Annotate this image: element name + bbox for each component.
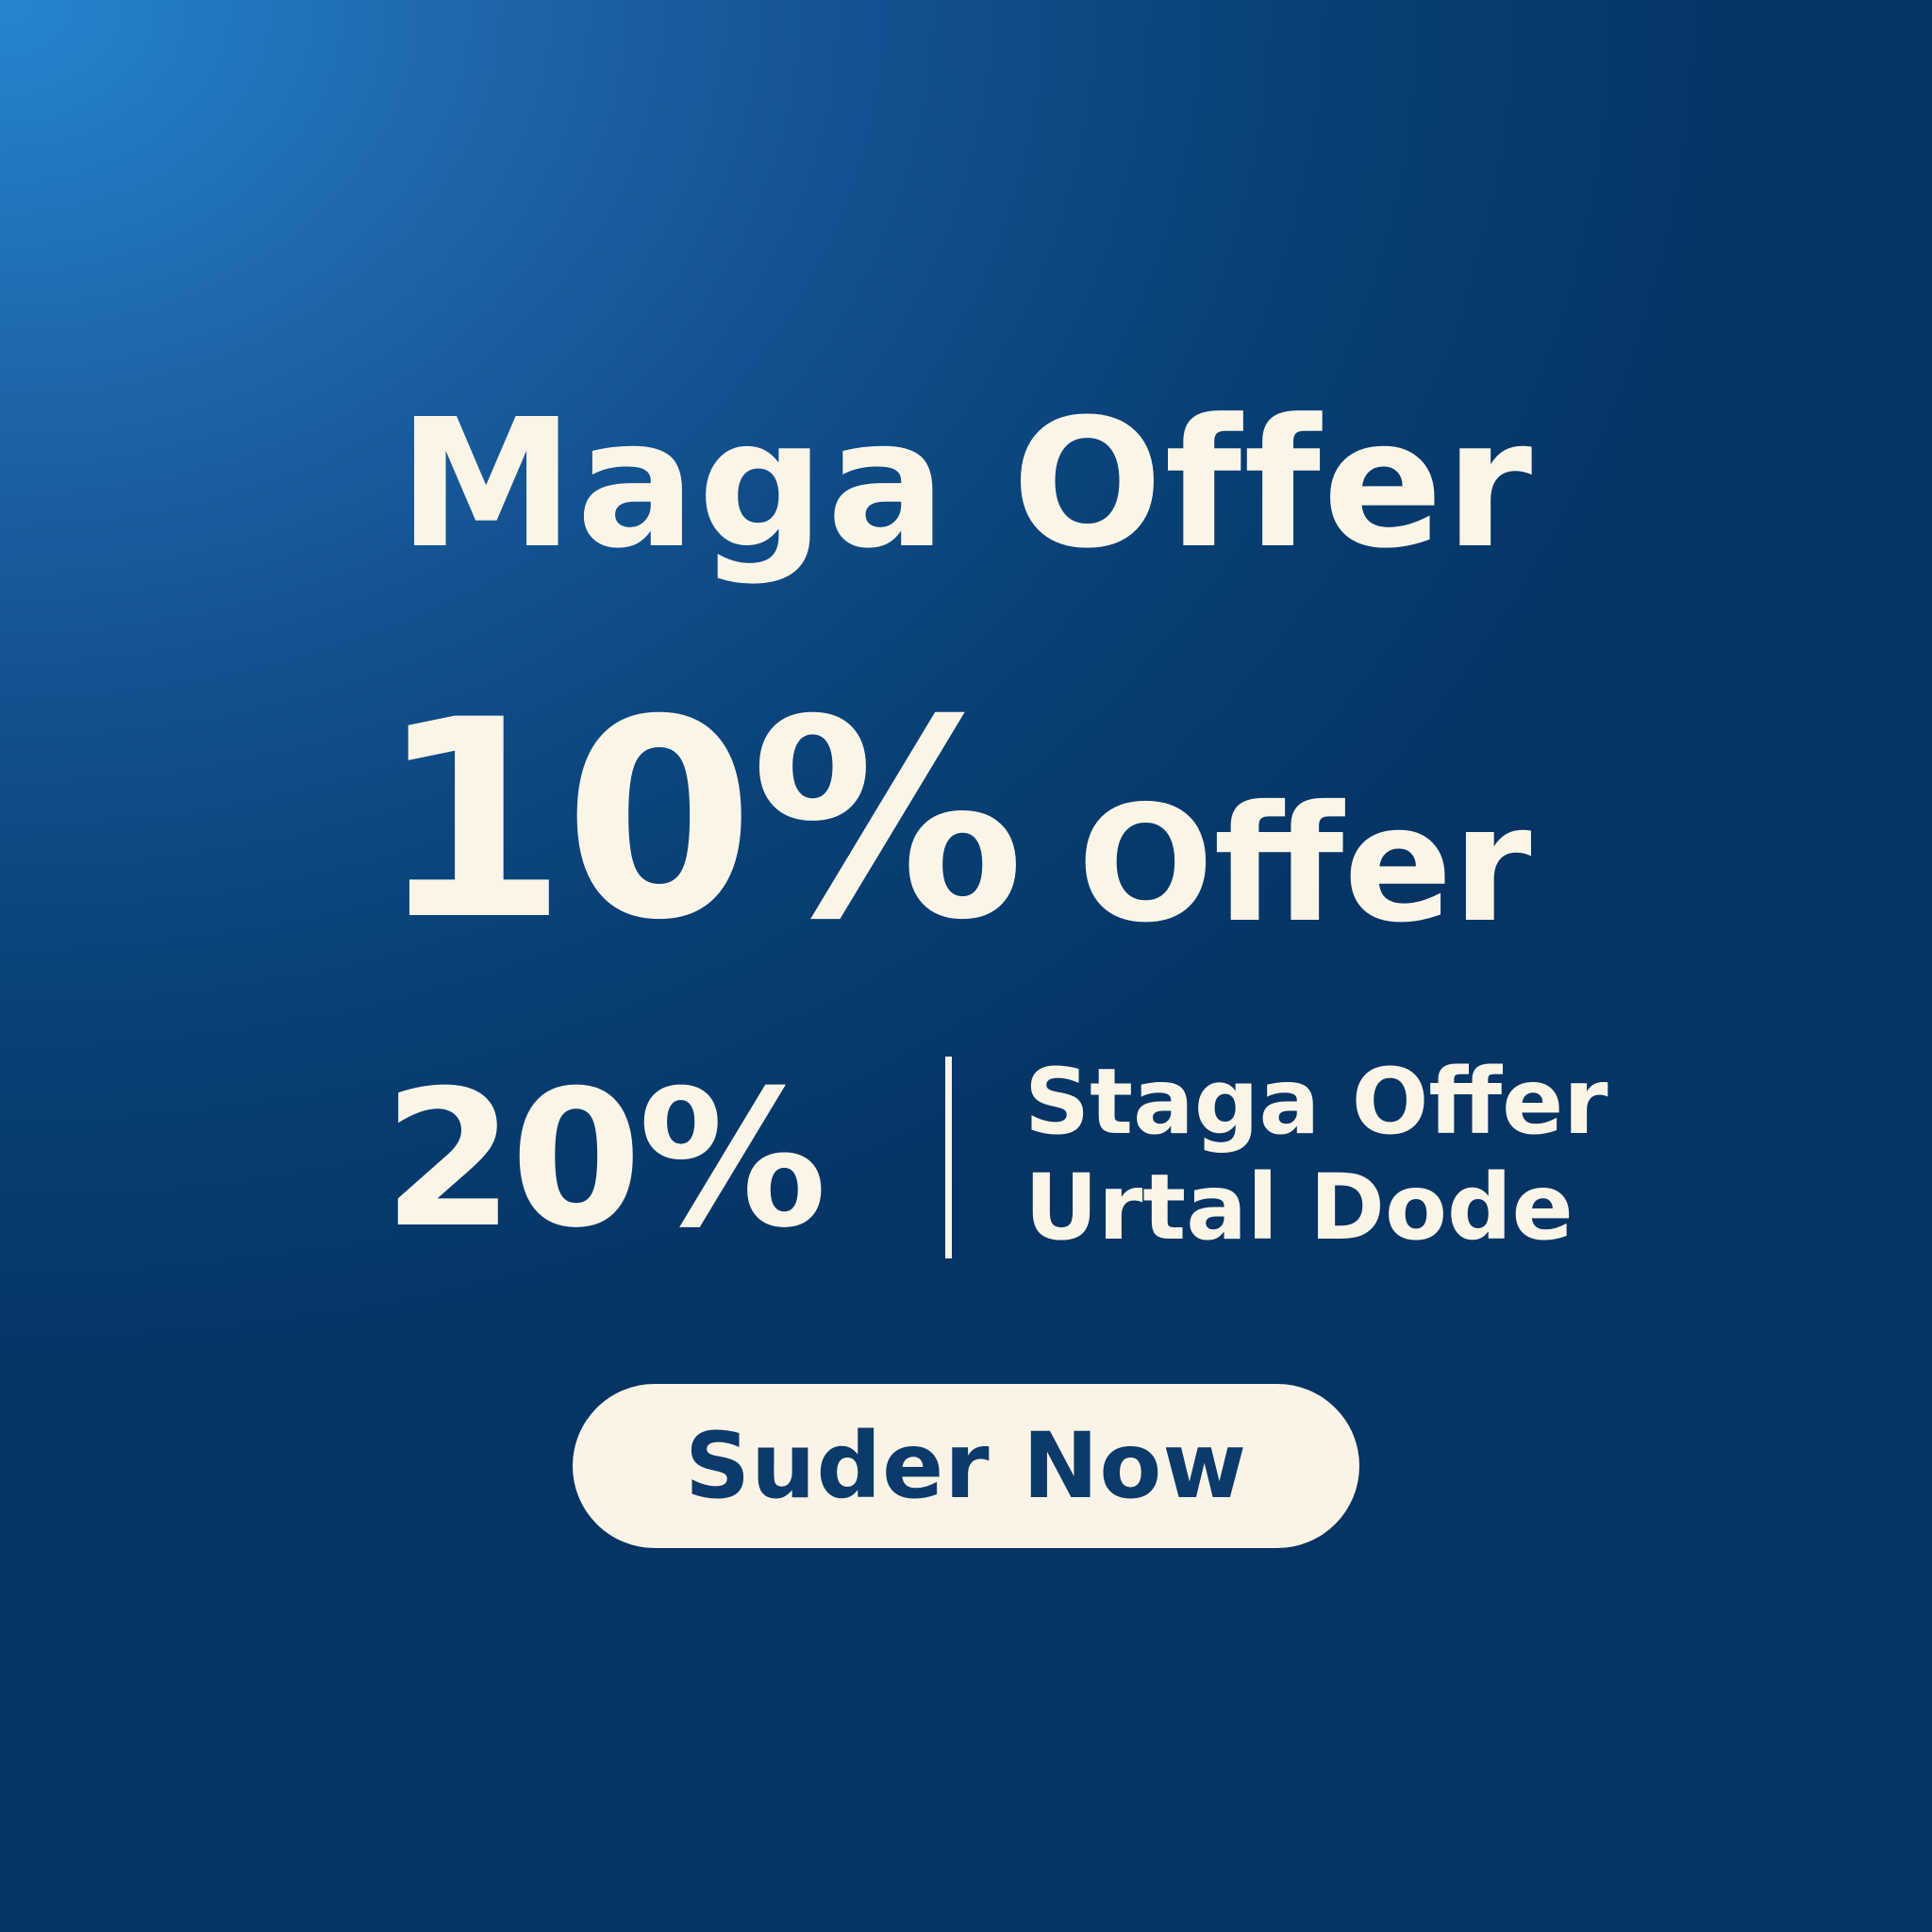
secondary-offer-percent: 20% (383, 1050, 827, 1270)
promo-banner: Maga Offer 10% Offer 20% Staga Offer Urta… (0, 0, 1932, 1932)
headline: Maga Offer (397, 381, 1535, 588)
secondary-offer-line-2: Urtal Dode (1024, 1155, 1574, 1260)
secondary-offer-line-1: Staga Offer (1024, 1049, 1608, 1155)
main-offer-label: Offer (1077, 772, 1532, 958)
divider (945, 1057, 952, 1258)
main-offer-percent: 10% (377, 662, 1024, 980)
secondary-offer-text: Staga Offer Urtal Dode (1024, 1049, 1608, 1260)
cta-button[interactable]: Suder Now (573, 1384, 1359, 1548)
main-offer: 10% Offer (377, 685, 1532, 958)
secondary-offer: 20% Staga Offer Urtal Dode (383, 1047, 1628, 1270)
